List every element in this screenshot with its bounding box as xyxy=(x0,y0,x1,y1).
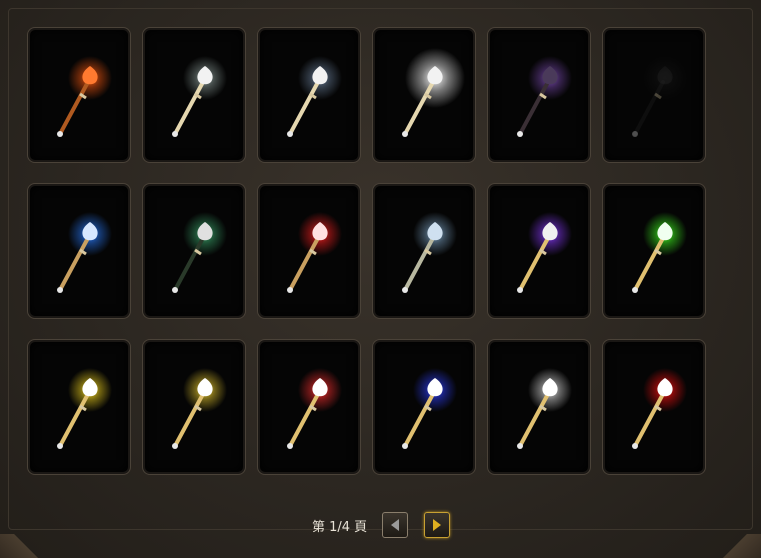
staff-item-17[interactable] xyxy=(488,340,590,474)
collection-frame: 第 1/4 頁 xyxy=(0,0,761,558)
staff-item-3[interactable] xyxy=(258,28,360,162)
staff-icon xyxy=(402,48,465,137)
staff-icon xyxy=(287,212,342,293)
staff-item-2[interactable] xyxy=(143,28,245,162)
staff-item-1[interactable] xyxy=(28,28,130,162)
staff-item-9[interactable] xyxy=(258,184,360,318)
staff-icon xyxy=(517,56,572,137)
staff-item-10[interactable] xyxy=(373,184,475,318)
staff-icon xyxy=(632,368,687,449)
staff-icon xyxy=(57,212,112,293)
staff-item-8[interactable] xyxy=(143,184,245,318)
staff-icon xyxy=(57,56,112,137)
previous-page-button[interactable] xyxy=(382,512,408,538)
staff-item-13[interactable] xyxy=(28,340,130,474)
arrow-right-icon xyxy=(433,519,441,531)
staff-item-15[interactable] xyxy=(258,340,360,474)
staff-icon xyxy=(57,368,112,449)
corner-ornament-left xyxy=(0,534,40,558)
staff-icon xyxy=(517,368,572,449)
staff-icon xyxy=(172,368,227,449)
staff-item-16[interactable] xyxy=(373,340,475,474)
staff-icon xyxy=(287,56,342,137)
staff-item-11[interactable] xyxy=(488,184,590,318)
item-grid xyxy=(28,28,705,474)
next-page-button[interactable] xyxy=(424,512,450,538)
page-indicator: 第 1/4 頁 xyxy=(312,519,368,535)
staff-item-7[interactable] xyxy=(28,184,130,318)
staff-icon xyxy=(632,212,687,293)
staff-item-18[interactable] xyxy=(603,340,705,474)
arrow-left-icon xyxy=(391,519,399,531)
staff-icon xyxy=(632,56,687,137)
staff-item-5[interactable] xyxy=(488,28,590,162)
staff-icon xyxy=(172,56,227,137)
staff-icon xyxy=(402,212,457,293)
staff-icon xyxy=(517,212,572,293)
staff-icon xyxy=(287,368,342,449)
staff-icon xyxy=(172,212,227,293)
staff-icon xyxy=(402,368,457,449)
staff-item-4[interactable] xyxy=(373,28,475,162)
staff-item-12[interactable] xyxy=(603,184,705,318)
pagination: 第 1/4 頁 xyxy=(312,511,466,539)
corner-ornament-right xyxy=(721,534,761,558)
staff-item-6[interactable] xyxy=(603,28,705,162)
staff-item-14[interactable] xyxy=(143,340,245,474)
